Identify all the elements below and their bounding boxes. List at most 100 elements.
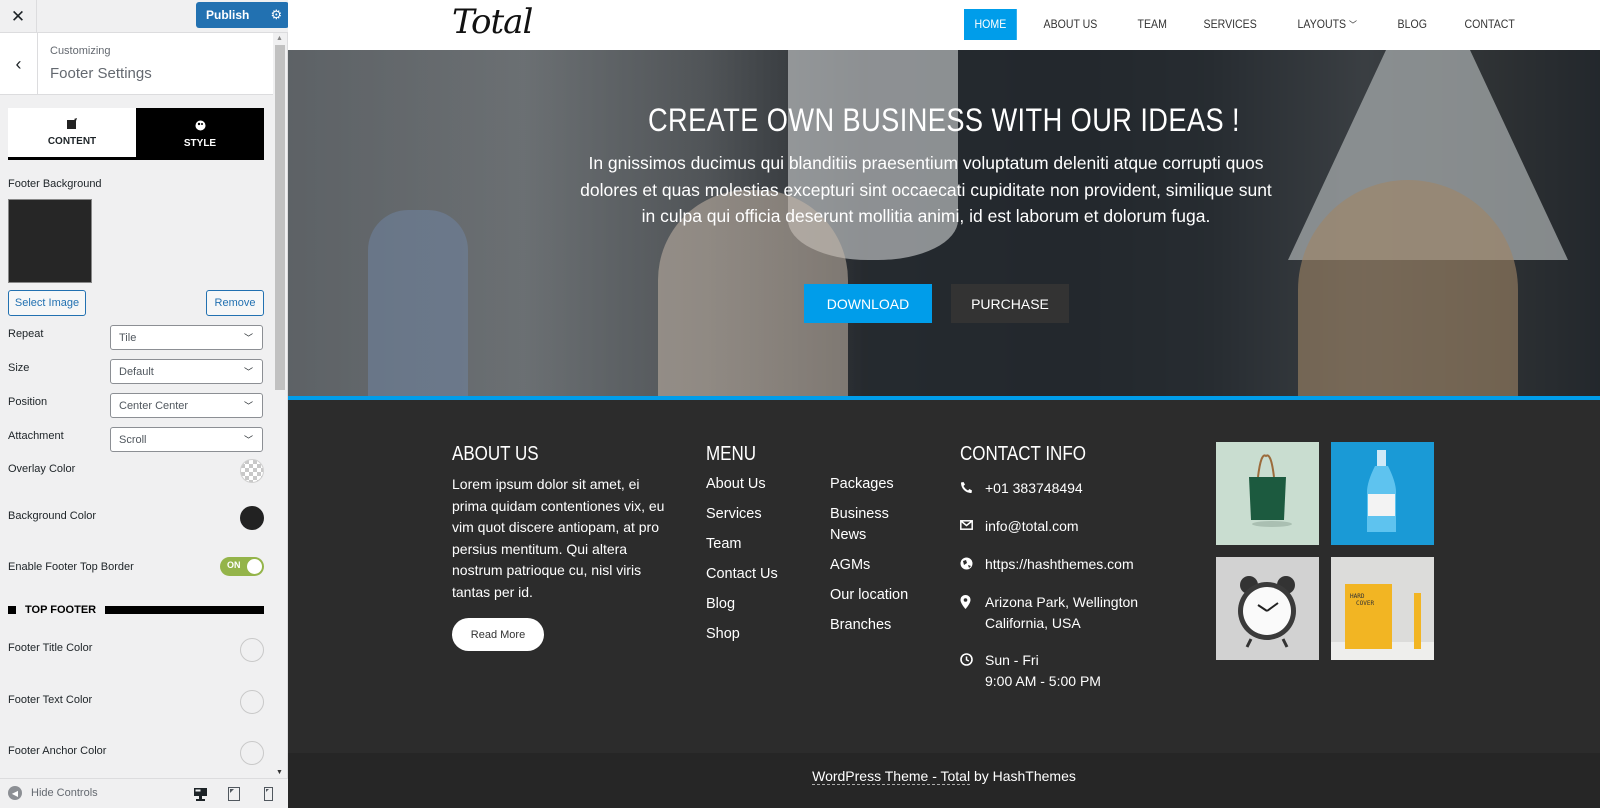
clock-icon bbox=[960, 650, 985, 692]
repeat-select-value: Tile bbox=[119, 331, 137, 344]
sidebar-scrollbar[interactable]: ▲ ▼ bbox=[273, 33, 287, 778]
attachment-label: Attachment bbox=[8, 430, 64, 442]
footer-title-color-picker[interactable] bbox=[240, 638, 264, 662]
background-color-label: Background Color bbox=[8, 510, 97, 522]
overlay-color-picker[interactable] bbox=[240, 459, 264, 483]
contact-phone: +01 383748494 bbox=[960, 478, 1083, 499]
desktop-preview-button[interactable] bbox=[192, 786, 208, 802]
scroll-up-icon[interactable]: ▲ bbox=[276, 35, 283, 42]
footer-link-our-location[interactable]: Our location bbox=[830, 585, 920, 606]
copyright-bar: WordPress Theme - Total by HashThemes bbox=[288, 753, 1600, 808]
site-logo[interactable]: Total bbox=[452, 2, 533, 42]
footer-top-border-toggle[interactable]: ON bbox=[220, 557, 264, 576]
blurred-person bbox=[368, 210, 468, 396]
heading-square-icon bbox=[8, 606, 16, 614]
contact-website: https://hashthemes.com bbox=[960, 554, 1134, 575]
copyright-text: WordPress Theme - Total by HashThemes bbox=[288, 768, 1600, 785]
contact-hours: Sun - Fri 9:00 AM - 5:00 PM bbox=[960, 650, 1101, 692]
mobile-icon bbox=[263, 787, 273, 801]
nav-team[interactable]: TEAM bbox=[1127, 9, 1177, 40]
tab-style[interactable]: STYLE bbox=[136, 108, 264, 160]
chevron-down-icon: ﹀ bbox=[243, 333, 253, 343]
section-title: Footer Settings bbox=[50, 65, 152, 82]
publish-button[interactable]: Publish bbox=[196, 2, 263, 28]
footer-about-text: Lorem ipsum dolor sit amet, ei prima qui… bbox=[452, 476, 665, 600]
tab-content[interactable]: CONTENT bbox=[8, 108, 136, 160]
gear-icon: ⚙ bbox=[270, 7, 283, 22]
chevron-down-icon: ﹀ bbox=[243, 401, 253, 411]
gallery-image-shopping-bag[interactable] bbox=[1216, 442, 1319, 545]
hours-line-2: 9:00 AM - 5:00 PM bbox=[985, 673, 1101, 689]
contact-phone-text[interactable]: +01 383748494 bbox=[985, 478, 1083, 499]
nav-layouts[interactable]: LAYOUTS ﹀ bbox=[1287, 9, 1368, 40]
close-customizer-button[interactable]: ✕ bbox=[0, 0, 37, 33]
publish-settings-button[interactable]: ⚙ bbox=[263, 2, 289, 28]
remove-image-button[interactable]: Remove bbox=[206, 290, 264, 316]
position-select-value: Center Center bbox=[119, 399, 189, 412]
nav-blog[interactable]: BLOG bbox=[1387, 9, 1437, 40]
publish-group: Publish ⚙ bbox=[196, 2, 290, 28]
app: ✕ Publish ⚙ ‹ Customizing Footer Setting… bbox=[0, 0, 1600, 808]
palette-icon bbox=[195, 120, 206, 134]
gallery-image-hardcover-book[interactable]: HARD COVER bbox=[1331, 557, 1434, 660]
size-label: Size bbox=[8, 362, 30, 374]
alarm-clock-icon bbox=[1238, 576, 1296, 648]
footer-link-team[interactable]: Team bbox=[706, 534, 826, 555]
envelope-icon bbox=[960, 516, 985, 537]
tablet-preview-button[interactable] bbox=[226, 786, 242, 802]
nav-about-us[interactable]: ABOUT US bbox=[1033, 9, 1108, 40]
contact-email-text[interactable]: info@total.com bbox=[985, 516, 1079, 537]
mobile-preview-button[interactable] bbox=[260, 786, 276, 802]
scrollbar-thumb[interactable] bbox=[275, 45, 285, 390]
background-color-picker[interactable] bbox=[240, 506, 264, 530]
footer-anchor-color-label: Footer Anchor Color bbox=[8, 745, 107, 757]
nav-layouts-label: LAYOUTS bbox=[1297, 17, 1347, 31]
footer-text-color-label: Footer Text Color bbox=[8, 694, 93, 706]
main-nav: HOME ABOUT US TEAM SERVICES LAYOUTS ﹀ BL… bbox=[964, 9, 1544, 40]
hide-controls-button[interactable]: ◀ Hide Controls bbox=[8, 786, 98, 800]
footer-link-services[interactable]: Services bbox=[706, 504, 826, 525]
customizer-topbar: ✕ Publish ⚙ bbox=[0, 0, 290, 33]
back-button[interactable]: ‹ bbox=[0, 33, 38, 95]
overlay-color-label: Overlay Color bbox=[8, 463, 76, 475]
site-preview: Total HOME ABOUT US TEAM SERVICES LAYOUT… bbox=[288, 0, 1600, 808]
attachment-select-value: Scroll bbox=[119, 433, 147, 446]
footer-anchor-color-picker[interactable] bbox=[240, 741, 264, 765]
attachment-select[interactable]: Scroll ﹀ bbox=[110, 427, 263, 452]
footer-link-about-us[interactable]: About Us bbox=[706, 474, 826, 495]
nav-services[interactable]: SERVICES bbox=[1193, 9, 1267, 40]
footer-link-agms[interactable]: AGMs bbox=[830, 555, 920, 576]
footer-link-business-news[interactable]: Business News bbox=[830, 504, 920, 546]
select-image-button[interactable]: Select Image bbox=[8, 290, 86, 316]
position-select[interactable]: Center Center ﹀ bbox=[110, 393, 263, 418]
footer-link-packages[interactable]: Packages bbox=[830, 474, 920, 495]
nav-contact[interactable]: CONTACT bbox=[1454, 9, 1525, 40]
tab-content-label: CONTENT bbox=[47, 136, 97, 147]
heading-bar bbox=[105, 606, 264, 614]
size-select[interactable]: Default ﹀ bbox=[110, 359, 263, 384]
download-button[interactable]: DOWNLOAD bbox=[804, 284, 932, 323]
gallery-image-glass-bottle[interactable] bbox=[1331, 442, 1434, 545]
hero-slider: CREATE OWN BUSINESS WITH OUR IDEAS ! In … bbox=[288, 50, 1600, 396]
theme-link[interactable]: WordPress Theme - Total bbox=[812, 768, 971, 785]
footer-text-color-picker[interactable] bbox=[240, 690, 264, 714]
footer-link-blog[interactable]: Blog bbox=[706, 594, 826, 615]
customizer-footer: ◀ Hide Controls bbox=[0, 778, 288, 808]
footer-link-shop[interactable]: Shop bbox=[706, 624, 826, 645]
read-more-button[interactable]: Read More bbox=[452, 618, 544, 651]
gallery-image-alarm-clock[interactable] bbox=[1216, 557, 1319, 660]
scroll-down-icon[interactable]: ▼ bbox=[276, 769, 283, 776]
footer-link-branches[interactable]: Branches bbox=[830, 615, 920, 636]
repeat-select[interactable]: Tile ﹀ bbox=[110, 325, 263, 350]
top-footer-heading: TOP FOOTER bbox=[8, 603, 264, 617]
footer-menu-col-1: About Us Services Team Contact Us Blog S… bbox=[706, 474, 826, 654]
footer-top-border-label: Enable Footer Top Border bbox=[8, 561, 134, 573]
tab-style-label: STYLE bbox=[183, 137, 217, 149]
size-select-value: Default bbox=[119, 365, 154, 378]
purchase-button[interactable]: PURCHASE bbox=[951, 284, 1069, 323]
contact-website-text[interactable]: https://hashthemes.com bbox=[985, 554, 1134, 575]
footer-background-preview[interactable] bbox=[8, 199, 92, 283]
nav-home[interactable]: HOME bbox=[964, 9, 1017, 40]
footer-link-contact-us[interactable]: Contact Us bbox=[706, 564, 826, 585]
chevron-down-icon: ﹀ bbox=[243, 435, 253, 445]
